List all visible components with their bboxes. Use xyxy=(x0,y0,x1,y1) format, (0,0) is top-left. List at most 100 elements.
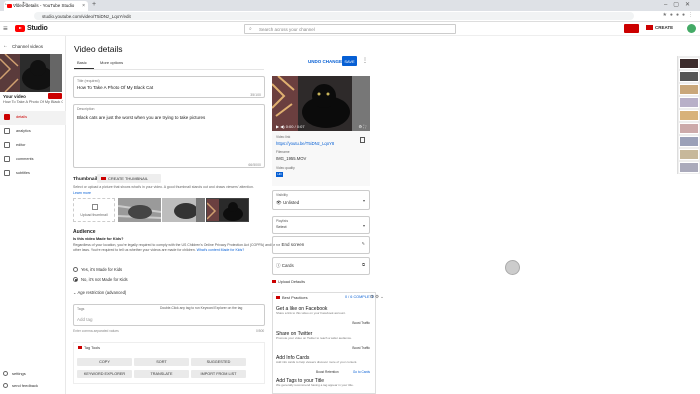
made-for-kids-link[interactable]: What's content Made for Kids? xyxy=(197,248,245,252)
best-practice-item[interactable]: Add Info Cards Add info cards to help vi… xyxy=(276,355,374,374)
search-input[interactable]: ⌕ Search across your channel xyxy=(244,24,456,34)
upload-thumbnail-button[interactable]: Upload thumbnail xyxy=(73,198,115,222)
translate-button[interactable]: TRANSLATE xyxy=(134,370,189,378)
audience-heading: Audience xyxy=(73,229,96,235)
go-to-cards-link[interactable]: Go to Cards xyxy=(353,370,370,374)
sidebar-item-details[interactable]: details xyxy=(0,111,66,125)
create-thumbnail-button[interactable]: CREATE THUMBNAIL xyxy=(97,174,161,183)
description-field-value: Black cats are just the worst when you a… xyxy=(77,115,206,120)
more-vert-icon[interactable]: ⋮ xyxy=(362,57,368,64)
new-tab-icon[interactable]: + xyxy=(92,1,96,8)
close-tab-icon[interactable]: × xyxy=(82,3,85,9)
undo-changes-button[interactable]: UNDO CHANGES xyxy=(308,59,345,64)
learn-more-link[interactable]: Learn more xyxy=(73,191,91,195)
account-avatar[interactable] xyxy=(687,24,696,33)
feedback-icon xyxy=(3,383,8,389)
suggested-button[interactable]: SUGGESTED xyxy=(191,358,246,366)
browser-tab-bar xyxy=(0,0,700,11)
video-controls[interactable]: ▶ ◀) 0:00 / 0:07 ⚙ ⛶ xyxy=(272,122,370,131)
your-video-label: Your video xyxy=(3,94,26,99)
tags-note: Enter comma-separated values xyxy=(73,329,119,333)
back-arrow-icon[interactable]: ← xyxy=(4,1,10,7)
reload-icon[interactable]: ↻ xyxy=(22,1,27,8)
camera-icon xyxy=(646,25,653,31)
menu-icon[interactable]: ≡ xyxy=(3,24,8,33)
strip-thumb[interactable] xyxy=(679,149,699,160)
radio-made-for-kids-yes[interactable]: Yes, it's Made for Kids xyxy=(73,267,122,273)
pencil-icon xyxy=(4,114,10,120)
cards-button[interactable]: ⓘ Cards ⧉ xyxy=(272,257,370,275)
strip-thumb[interactable] xyxy=(679,58,699,69)
best-practice-item[interactable]: Share on Twitter Promote your video on T… xyxy=(276,331,374,350)
strip-thumb[interactable] xyxy=(679,71,699,82)
subtitles-icon xyxy=(4,170,10,176)
strip-thumb[interactable] xyxy=(679,84,699,95)
best-practice-item[interactable]: Get a like on Facebook Share a link to t… xyxy=(276,306,374,325)
comment-icon xyxy=(4,156,10,162)
youtube-logo-icon[interactable] xyxy=(15,25,25,32)
forward-arrow-icon[interactable]: → xyxy=(13,1,19,7)
thumbnail-option-1[interactable] xyxy=(118,198,161,222)
title-char-count: 35/100 xyxy=(250,93,261,97)
save-button[interactable]: SAVE xyxy=(342,56,357,66)
keyword-explorer-button[interactable]: KEYWORD EXPLORER xyxy=(77,370,132,378)
create-button[interactable]: CREATE xyxy=(646,25,673,31)
tubebuddy-icon xyxy=(101,177,106,180)
playlists-select[interactable]: Playlists Select ▾ xyxy=(272,216,370,234)
end-screen-button[interactable]: ▭ End screen ✎ xyxy=(272,236,370,254)
age-restriction-toggle[interactable]: ⌄ Age restriction (advanced) xyxy=(73,290,126,295)
thumbnail-option-2[interactable] xyxy=(162,198,205,222)
page-title: Video details xyxy=(74,44,123,54)
fullscreen-icon[interactable]: ⚙ ⛶ xyxy=(359,124,367,129)
best-practice-item[interactable]: Add Tags to your Title We generally reco… xyxy=(276,378,374,388)
upload-defaults-link[interactable]: Upload Defaults xyxy=(272,280,305,284)
tags-hint: Double-Click any tag to run Keyword Expl… xyxy=(160,306,243,310)
strip-thumb[interactable] xyxy=(679,162,699,173)
settings-link[interactable]: settings xyxy=(3,371,26,377)
radio-made-for-kids-no[interactable]: No, it's not Made for Kids xyxy=(73,277,128,283)
import-from-list-button[interactable]: IMPORT FROM LIST xyxy=(191,370,246,378)
messages-icon[interactable] xyxy=(624,24,639,33)
strip-thumb[interactable] xyxy=(679,136,699,147)
copy-icon[interactable] xyxy=(360,137,365,143)
strip-thumb[interactable] xyxy=(679,97,699,108)
back-arrow-icon[interactable]: ← xyxy=(3,43,8,49)
visibility-select[interactable]: Visibility 👁 Unlisted ▾ xyxy=(272,190,370,210)
thumbnail-image xyxy=(118,198,161,222)
sidebar-item-editor[interactable]: editor xyxy=(0,139,66,153)
sidebar-item-analytics[interactable]: analytics xyxy=(0,125,66,139)
copy-button[interactable]: COPY xyxy=(77,358,132,366)
video-link-label: Video link xyxy=(276,135,291,139)
channel-videos-link[interactable]: Channel videos xyxy=(12,44,43,49)
send-feedback-link[interactable]: send feedback xyxy=(3,383,38,389)
window-controls[interactable]: –▢✕ xyxy=(664,1,696,8)
extensions-icons[interactable]: ★●●●⋮ xyxy=(662,12,696,18)
sidebar-item-comments[interactable]: comments xyxy=(0,153,66,167)
boost-traffic-badge: Boost Traffic xyxy=(352,346,370,350)
strip-thumb[interactable] xyxy=(679,110,699,121)
strip-thumb[interactable] xyxy=(679,123,699,134)
best-practices-title: Best Practices xyxy=(276,295,308,300)
eye-icon: 👁 xyxy=(276,200,283,205)
sidebar-video-title: How To Take A Photo Of My Black Cat xyxy=(3,100,63,104)
url-field[interactable]: studio.youtube.com/video/T5iDNz_LqoY/edi… xyxy=(34,12,634,20)
best-practices-settings-icon[interactable]: ⚙⚙⌄ xyxy=(370,294,385,300)
play-on-youtube-icon[interactable] xyxy=(48,93,62,99)
video-link[interactable]: https://youtu.be/T5iDNz_LqoY8 xyxy=(276,141,334,146)
tab-basic[interactable]: Basic xyxy=(77,60,87,65)
video-time: 0:00 / 0:07 xyxy=(285,124,305,129)
search-icon: ⌕ xyxy=(249,26,252,32)
video-thumbnail[interactable] xyxy=(0,54,62,92)
thumbnail-option-3-selected[interactable] xyxy=(206,198,249,222)
title-field[interactable]: Title (required) How To Take A Photo Of … xyxy=(73,76,265,98)
tab-more-options[interactable]: More options xyxy=(100,60,123,65)
boost-traffic-badge: Boost Traffic xyxy=(352,321,370,325)
pencil-icon: ✎ xyxy=(361,241,365,246)
tag-tools-title: Tag Tools xyxy=(78,346,100,350)
sort-button[interactable]: SORT xyxy=(134,358,189,366)
description-field[interactable]: Description Black cats are just the wors… xyxy=(73,104,265,168)
sidebar-item-subtitles[interactable]: subtitles xyxy=(0,167,66,181)
filename-label: Filename xyxy=(276,150,290,154)
tags-placeholder: Add tag xyxy=(77,317,93,322)
radio-circle-checked xyxy=(73,277,78,283)
